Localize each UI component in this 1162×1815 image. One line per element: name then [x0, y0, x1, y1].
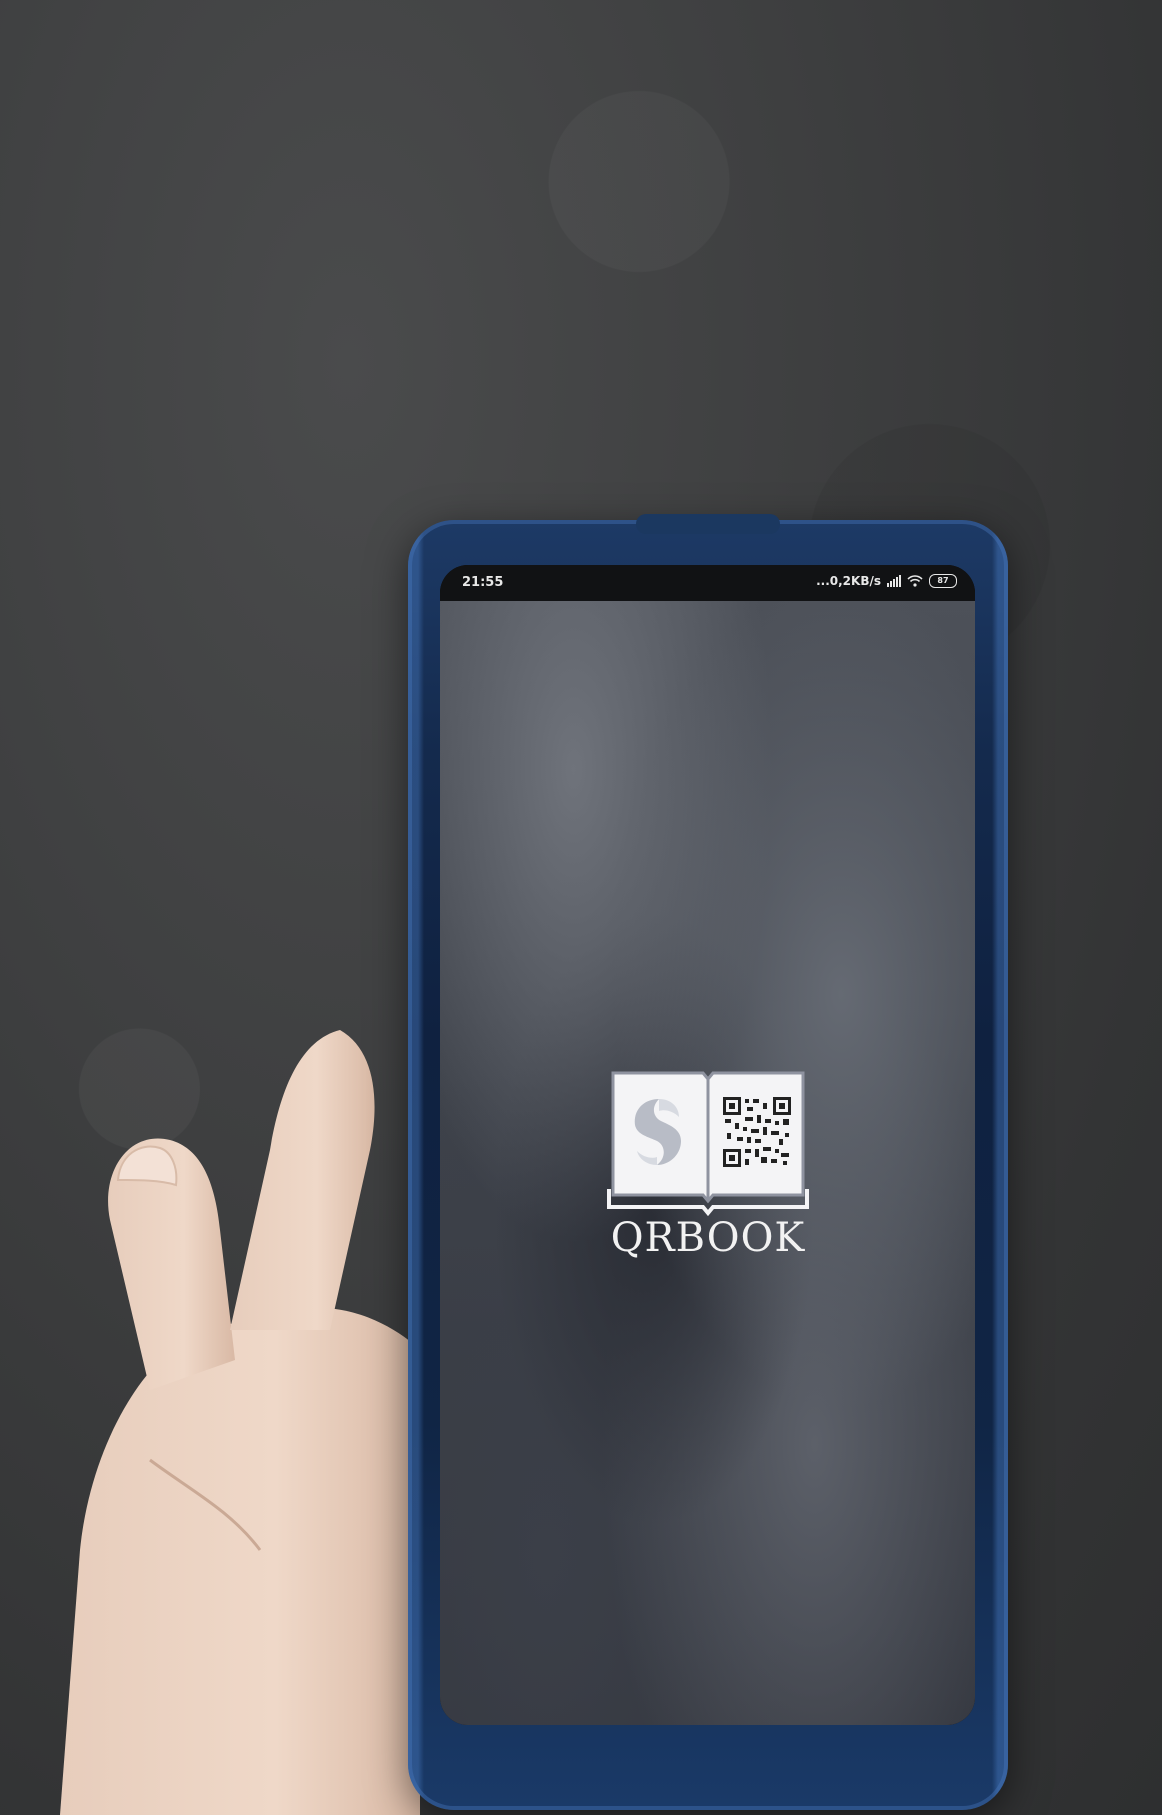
wifi-icon: [907, 575, 923, 587]
status-bar: 21:55 ...0,2KB/s 87: [440, 565, 975, 601]
splash-screen: QRBOOK: [440, 601, 975, 1725]
status-indicators: ...0,2KB/s 87: [816, 574, 957, 588]
phone-screen: 21:55 ...0,2KB/s 87 QRBOOK: [440, 565, 975, 1725]
hand: [60, 1030, 420, 1815]
app-logo: QRBOOK: [587, 1069, 829, 1279]
photo-scene: 21:55 ...0,2KB/s 87 QRBOOK: [0, 0, 1162, 1815]
open-book-qr-logo-icon: [607, 1071, 809, 1217]
case-notch: [636, 514, 780, 534]
battery-icon: 87: [929, 574, 957, 588]
network-speed: ...0,2KB/s: [816, 574, 881, 588]
signal-icon: [887, 575, 901, 587]
app-wordmark: QRBOOK: [610, 1215, 806, 1261]
status-time: 21:55: [462, 575, 504, 590]
